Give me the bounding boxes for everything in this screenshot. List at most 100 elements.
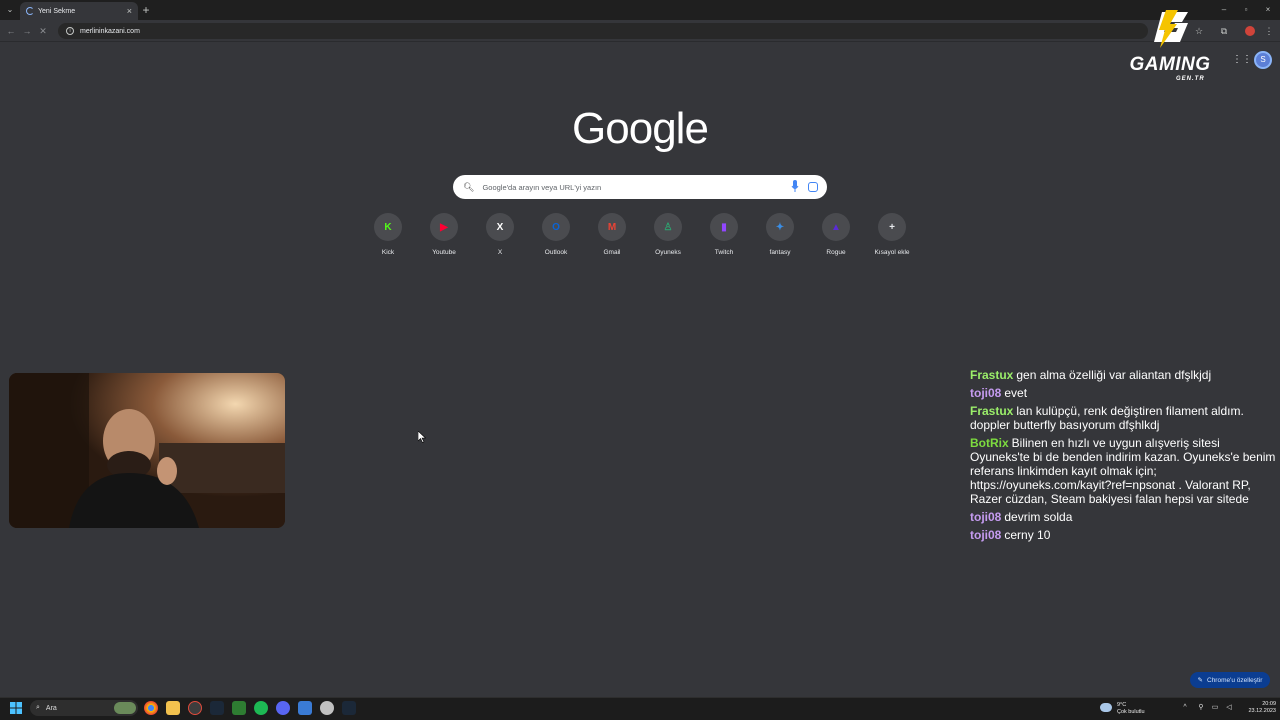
fantasy-icon: ✦ bbox=[766, 213, 794, 241]
google-apps-icon[interactable]: ⋮⋮⋮ bbox=[1232, 54, 1262, 66]
lightning-bolt-icon bbox=[1154, 10, 1188, 48]
shortcut-outlook[interactable]: O Outlook bbox=[528, 213, 584, 261]
shortcut-label: Kısayol ekle bbox=[874, 249, 910, 256]
steam-icon[interactable] bbox=[210, 701, 224, 715]
google-lens-icon[interactable] bbox=[808, 182, 818, 192]
back-icon[interactable]: ← bbox=[4, 24, 18, 38]
discord-icon[interactable] bbox=[276, 701, 290, 715]
chat-message: Frastux gen alma özelliği var aliantan df… bbox=[970, 368, 1276, 382]
shortcut-label: Gmail bbox=[603, 249, 621, 256]
weather-temp: 9°C bbox=[1117, 702, 1127, 708]
profile-avatar[interactable]: S bbox=[1254, 51, 1272, 69]
rogue-icon: ▲ bbox=[822, 213, 850, 241]
logo-name: GAMING bbox=[1129, 54, 1211, 75]
oyuneks-icon: ♙ bbox=[654, 213, 682, 241]
chat-text: gen alma özelliği var aliantan dfşlkjdj bbox=[1016, 368, 1212, 382]
taskbar-search-label: Ara bbox=[45, 704, 57, 712]
search-icon: 🔍︎ bbox=[463, 181, 475, 192]
chat-message: toji08 evet bbox=[970, 386, 1276, 400]
tray-chevron-icon[interactable]: ^ bbox=[1180, 703, 1190, 713]
chat-text: evet bbox=[1004, 386, 1028, 400]
stream-chat: Frastux gen alma özelliği var aliantan df… bbox=[966, 366, 1278, 546]
youtube-icon: ▶ bbox=[430, 213, 458, 241]
chat-message: toji08 cerny 10 bbox=[970, 528, 1276, 542]
gmail-icon: M bbox=[598, 213, 626, 241]
weather-desc: Çok bulutlu bbox=[1117, 709, 1145, 715]
shortcut-kick[interactable]: K Kick bbox=[360, 213, 416, 261]
chat-username: toji08 bbox=[970, 528, 1002, 542]
google-logo: Google bbox=[572, 104, 709, 153]
shortcut-label: Kick bbox=[381, 249, 395, 256]
weather-widget[interactable]: 9°C Çok bulutlu bbox=[1100, 700, 1160, 718]
clock-date: 23.12.2023 bbox=[1248, 708, 1276, 714]
shortcut-gmail[interactable]: M Gmail bbox=[584, 213, 640, 261]
shortcut-twitch[interactable]: ▮ Twitch bbox=[696, 213, 752, 261]
spotify-icon[interactable] bbox=[254, 701, 268, 715]
taskbar-clock[interactable]: 20:09 23.12.2023 bbox=[1236, 701, 1276, 715]
address-url: merlininkazani.com bbox=[80, 27, 140, 35]
twitch-icon: ▮ bbox=[710, 213, 738, 241]
chat-username: Frastux bbox=[970, 404, 1014, 418]
usb-icon[interactable]: ⚲ bbox=[1196, 703, 1206, 713]
chrome-active-icon[interactable] bbox=[320, 701, 334, 715]
customize-label: Chrome'u özelleştir bbox=[1207, 676, 1263, 684]
chat-text: cerny 10 bbox=[1004, 528, 1051, 542]
chrome-taskbar-icon[interactable] bbox=[144, 701, 158, 715]
microphone-icon[interactable] bbox=[791, 180, 799, 193]
chat-message: Frastux lan kulüpçü, renk değiştiren fila… bbox=[970, 404, 1276, 432]
address-bar[interactable]: i merlininkazani.com bbox=[58, 23, 1148, 39]
google-search-box[interactable]: 🔍︎ Google'da arayın veya URL'yi yazın bbox=[453, 175, 827, 199]
steam-icon-2[interactable] bbox=[342, 701, 356, 715]
shortcut-rogue[interactable]: ▲ Rogue bbox=[808, 213, 864, 261]
taskbar-search[interactable]: ⌕ Ara bbox=[30, 700, 138, 716]
chat-text: Bilinen en hızlı ve uygun alışveriş site… bbox=[970, 436, 1276, 506]
stop-loading-icon[interactable]: ✕ bbox=[36, 24, 50, 38]
extension-avatar-icon[interactable] bbox=[1243, 24, 1257, 38]
app-icon-1[interactable] bbox=[188, 701, 202, 715]
shortcut-label: Oyuneks bbox=[655, 249, 681, 256]
tab-new-tab[interactable]: Yeni Sekme × bbox=[20, 2, 138, 20]
app-icon-2[interactable] bbox=[232, 701, 246, 715]
forward-icon[interactable]: → bbox=[20, 24, 34, 38]
network-icon[interactable]: ▭ bbox=[1210, 703, 1220, 713]
close-window-button[interactable]: × bbox=[1258, 3, 1278, 17]
chat-username: toji08 bbox=[970, 386, 1002, 400]
tab-search-icon[interactable]: ⌄ bbox=[4, 4, 16, 16]
tab-close-icon[interactable]: × bbox=[127, 6, 132, 16]
shortcut-label: Twitch bbox=[714, 249, 734, 256]
chat-username: toji08 bbox=[970, 510, 1002, 524]
kick-icon: K bbox=[374, 213, 402, 241]
tab-title: Yeni Sekme bbox=[38, 7, 76, 15]
chrome-menu-icon[interactable]: ⋮ bbox=[1262, 24, 1276, 38]
pencil-icon: ✎ bbox=[1197, 677, 1203, 684]
search-highlight-icon bbox=[114, 702, 136, 714]
new-tab-button[interactable]: + bbox=[140, 3, 152, 17]
x-icon: X bbox=[486, 213, 514, 241]
mouse-cursor-icon bbox=[418, 431, 426, 443]
maximize-button[interactable]: ▫ bbox=[1236, 3, 1256, 17]
shortcut-label: fantasy bbox=[769, 249, 791, 256]
shortcut-fantasy[interactable]: ✦ fantasy bbox=[752, 213, 808, 261]
search-icon: ⌕ bbox=[36, 704, 40, 711]
cloud-icon bbox=[1100, 703, 1112, 712]
webcam-feed bbox=[9, 373, 285, 528]
windows-start-icon[interactable] bbox=[10, 702, 22, 714]
shortcut-oyuneks[interactable]: ♙ Oyuneks bbox=[640, 213, 696, 261]
chat-message: toji08 devrim solda bbox=[970, 510, 1276, 524]
shortcut-kısayol-ekle[interactable]: + Kısayol ekle bbox=[864, 213, 920, 261]
shortcut-youtube[interactable]: ▶ Youtube bbox=[416, 213, 472, 261]
chat-message: BotRix Bilinen en hızlı ve uygun alışveri… bbox=[970, 436, 1276, 506]
volume-icon[interactable]: ◁ bbox=[1224, 703, 1234, 713]
tab-strip bbox=[0, 0, 1280, 20]
loading-spinner-icon bbox=[26, 7, 34, 15]
chat-text: devrim solda bbox=[1004, 510, 1073, 524]
shortcut-label: Rogue bbox=[826, 249, 846, 256]
file-explorer-icon[interactable] bbox=[166, 701, 180, 715]
shortcut-x[interactable]: XX bbox=[472, 213, 528, 261]
site-info-icon[interactable]: i bbox=[66, 27, 74, 35]
add-shortcut-icon: + bbox=[878, 213, 906, 241]
customize-chrome-button[interactable]: ✎ Chrome'u özelleştir bbox=[1190, 672, 1270, 688]
logo-sub: GEN.TR bbox=[1176, 76, 1205, 82]
shortcut-label: Outlook bbox=[544, 249, 568, 256]
app-icon-3[interactable] bbox=[298, 701, 312, 715]
